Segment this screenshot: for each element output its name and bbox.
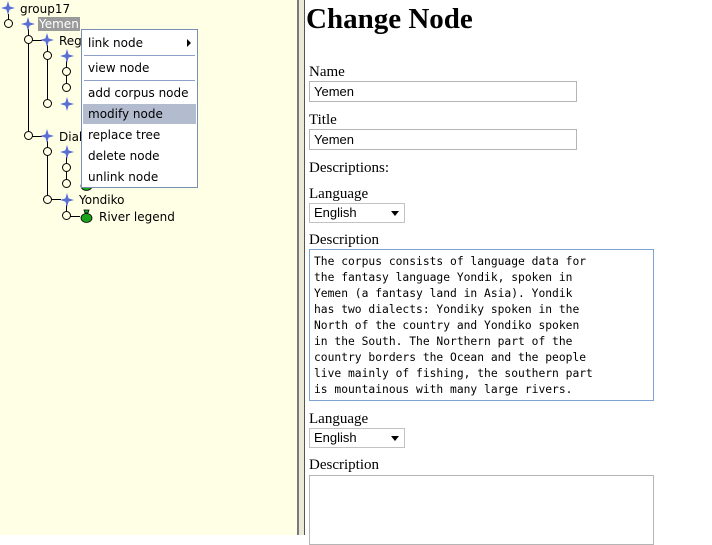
tree-toggle-handle[interactable] [24, 35, 33, 44]
language-label-2: Language [309, 411, 369, 427]
tree-node-river-legend[interactable]: River legend [98, 210, 176, 224]
star-node-icon [60, 145, 74, 159]
menu-item-label: unlink node [88, 170, 159, 184]
menu-item-label: link node [88, 36, 143, 50]
language-label: Language [309, 186, 369, 202]
change-node-form: Change Node Name Yemen Title Yemen Descr… [305, 0, 712, 545]
description-textarea[interactable]: The corpus consists of language data for… [309, 249, 654, 401]
tree-toggle-handle[interactable] [62, 163, 71, 172]
language-select-value: English [314, 430, 357, 445]
menu-item-label: delete node [88, 149, 160, 163]
chevron-down-icon [391, 436, 399, 441]
menu-separator [84, 80, 195, 81]
star-node-icon [40, 129, 54, 143]
tree-toggle-handle[interactable] [43, 51, 52, 60]
tree-node-regions[interactable]: Reg [58, 34, 83, 48]
menu-item-label: modify node [88, 107, 163, 121]
description-label-2: Description [309, 457, 379, 473]
menu-item-label: view node [88, 61, 150, 75]
star-node-icon [40, 33, 54, 47]
language-select-value: English [314, 205, 357, 220]
descriptions-heading: Descriptions: [309, 160, 389, 176]
tree-toggle-handle[interactable] [4, 19, 13, 28]
tree-node-yemen[interactable]: Yemen [38, 17, 80, 31]
menu-separator [84, 55, 195, 56]
language-select-2[interactable]: English [309, 428, 405, 448]
menu-item-label: replace tree [88, 128, 161, 142]
chevron-right-icon [187, 39, 191, 47]
language-select[interactable]: English [309, 203, 405, 223]
star-node-icon [60, 49, 74, 63]
corpus-tree: group17 Yemen Reg Dial Yondiko River leg… [0, 0, 297, 535]
tree-toggle-handle[interactable] [62, 211, 71, 220]
tree-node-group17[interactable]: group17 [19, 2, 71, 16]
tree-toggle-handle[interactable] [24, 131, 33, 140]
tree-toggle-handle[interactable] [62, 179, 71, 188]
star-node-icon [60, 97, 74, 111]
menu-item-add-corpus-node[interactable]: add corpus node [83, 83, 196, 103]
name-input[interactable]: Yemen [309, 81, 577, 102]
page-title: Change Node [306, 3, 473, 35]
description-label: Description [309, 232, 379, 248]
chevron-down-icon [391, 211, 399, 216]
star-node-icon [60, 193, 74, 207]
context-menu: link node view node add corpus node modi… [81, 29, 198, 188]
title-input[interactable]: Yemen [309, 129, 577, 150]
tree-node-dialects[interactable]: Dial [58, 130, 83, 144]
pane-splitter[interactable] [297, 0, 305, 535]
menu-item-label: add corpus node [88, 86, 189, 100]
menu-item-replace-tree[interactable]: replace tree [83, 125, 196, 145]
tree-toggle-handle[interactable] [62, 83, 71, 92]
star-node-icon [1, 1, 15, 15]
menu-item-modify-node[interactable]: modify node [83, 104, 196, 124]
tree-toggle-handle[interactable] [43, 99, 52, 108]
menu-item-unlink-node[interactable]: unlink node [83, 167, 196, 187]
tree-node-yondiko[interactable]: Yondiko [78, 193, 126, 207]
name-label: Name [309, 64, 345, 80]
menu-item-delete-node[interactable]: delete node [83, 146, 196, 166]
menu-item-link-node[interactable]: link node [83, 33, 196, 53]
title-label: Title [309, 112, 337, 128]
star-node-icon [21, 17, 35, 31]
corpus-bag-icon [80, 209, 93, 223]
tree-connector [28, 29, 29, 136]
menu-item-view-node[interactable]: view node [83, 58, 196, 78]
tree-toggle-handle[interactable] [43, 147, 52, 156]
tree-toggle-handle[interactable] [62, 67, 71, 76]
tree-toggle-handle[interactable] [43, 195, 52, 204]
